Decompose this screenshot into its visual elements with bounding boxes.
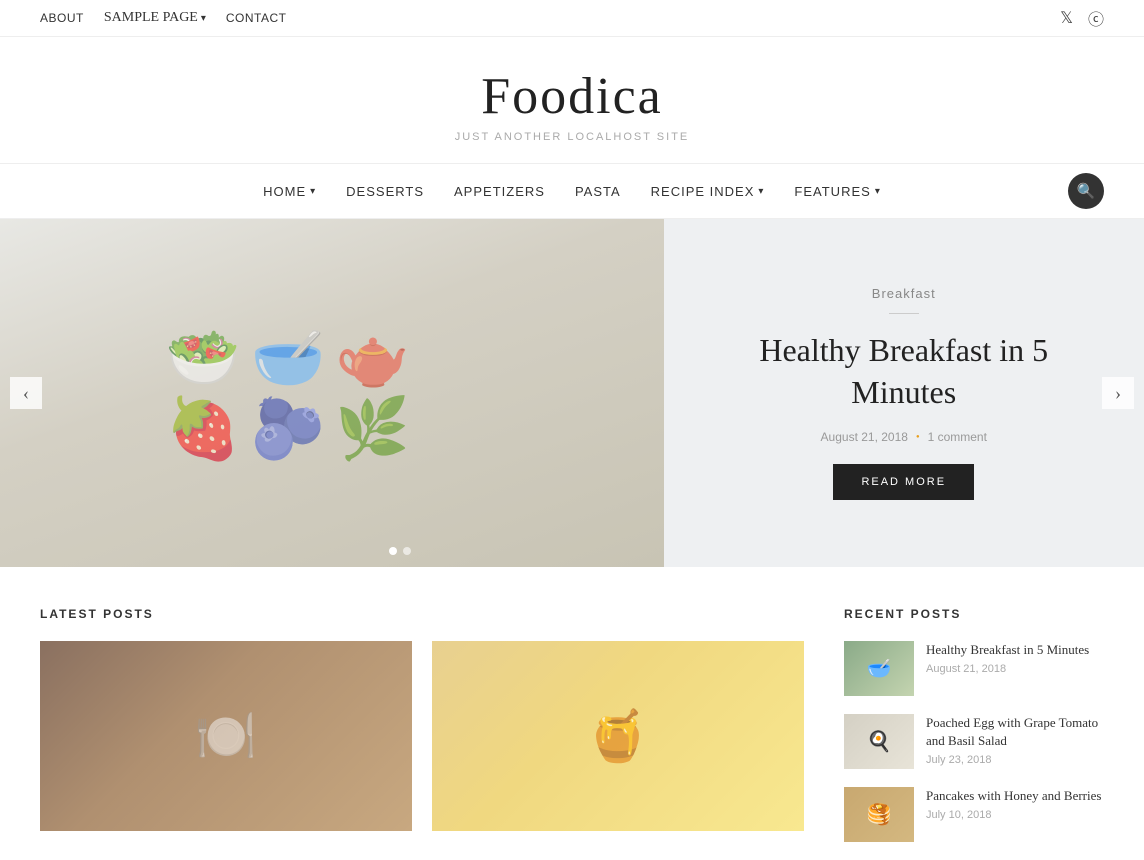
main-nav: HOME ▾ DESSERTS APPETIZERS PASTA RECIPE … <box>0 164 1144 219</box>
nav-pasta[interactable]: PASTA <box>575 184 621 199</box>
nav-features[interactable]: FEATURES ▾ <box>794 184 880 199</box>
recent-posts-title: RECENT POSTS <box>844 607 1104 621</box>
posts-grid: 🍽️ 🍯 <box>40 641 804 831</box>
hero-divider <box>889 313 919 314</box>
chevron-down-icon: ▾ <box>201 13 206 24</box>
slider-next-button[interactable]: › <box>1102 377 1134 409</box>
nav-features-label: FEATURES <box>794 184 870 199</box>
nav-contact[interactable]: CONTACT <box>226 11 287 25</box>
content-area: LATEST POSTS 🍽️ 🍯 RECENT POSTS 🥣 Healthy… <box>0 567 1144 860</box>
recent-post-title-1: Healthy Breakfast in 5 Minutes <box>926 641 1104 659</box>
recipe-chevron-icon: ▾ <box>758 186 764 197</box>
hero-meta: August 21, 2018 ● 1 comment <box>821 430 987 444</box>
hero-image <box>0 219 664 567</box>
recent-post-item-2[interactable]: 🍳 Poached Egg with Grape Tomato and Basi… <box>844 714 1104 769</box>
nav-sample-page[interactable]: SAMPLE PAGE ▾ <box>104 10 206 26</box>
recent-post-title-2: Poached Egg with Grape Tomato and Basil … <box>926 714 1104 750</box>
nav-about[interactable]: ABOUT <box>40 11 84 25</box>
search-button[interactable]: 🔍 <box>1068 173 1104 209</box>
top-nav: ABOUT SAMPLE PAGE ▾ CONTACT <box>40 10 287 26</box>
hero-category: Breakfast <box>872 286 936 301</box>
food-illustration <box>0 219 664 567</box>
recent-post-item-3[interactable]: 🥞 Pancakes with Honey and Berries July 1… <box>844 787 1104 842</box>
hero-content: Breakfast Healthy Breakfast in 5 Minutes… <box>664 219 1144 567</box>
nav-home[interactable]: HOME ▾ <box>263 184 316 199</box>
slider-dot-2[interactable] <box>403 547 411 555</box>
facebook-icon[interactable]:  <box>1033 9 1045 27</box>
site-header: Foodica JUST ANOTHER LOCALHOST SITE <box>0 37 1144 164</box>
post-image-1: 🍽️ <box>40 641 412 831</box>
nav-recipe-index-label: RECIPE INDEX <box>651 184 755 199</box>
post-image-2: 🍯 <box>432 641 804 831</box>
latest-posts-title: LATEST POSTS <box>40 607 804 621</box>
recent-post-thumb-3: 🥞 <box>844 787 914 842</box>
search-icon: 🔍 <box>1077 182 1096 201</box>
home-chevron-icon: ▾ <box>310 186 316 197</box>
slider-prev-button[interactable]: ‹ <box>10 377 42 409</box>
post-card-2[interactable]: 🍯 <box>432 641 804 831</box>
slider-dots <box>389 547 411 555</box>
recent-post-date-1: August 21, 2018 <box>926 663 1104 675</box>
latest-posts-section: LATEST POSTS 🍽️ 🍯 <box>40 607 804 860</box>
hero-slider: ‹ Breakfast Healthy Breakfast in 5 Minut… <box>0 219 1144 567</box>
slider-dot-1[interactable] <box>389 547 397 555</box>
recent-post-info-3: Pancakes with Honey and Berries July 10,… <box>926 787 1104 821</box>
social-icons:  𝕏 ⓒ <box>1033 6 1104 30</box>
nav-desserts[interactable]: DESSERTS <box>346 184 424 199</box>
hero-comments: 1 comment <box>928 430 987 444</box>
recent-post-info-1: Healthy Breakfast in 5 Minutes August 21… <box>926 641 1104 675</box>
recent-post-date-3: July 10, 2018 <box>926 809 1104 821</box>
nav-recipe-index[interactable]: RECIPE INDEX ▾ <box>651 184 765 199</box>
hero-title: Healthy Breakfast in 5 Minutes <box>704 330 1104 413</box>
site-title[interactable]: Foodica <box>0 67 1144 126</box>
recent-posts-section: RECENT POSTS 🥣 Healthy Breakfast in 5 Mi… <box>844 607 1104 860</box>
site-tagline: JUST ANOTHER LOCALHOST SITE <box>0 131 1144 143</box>
nav-appetizers[interactable]: APPETIZERS <box>454 184 545 199</box>
top-bar: ABOUT SAMPLE PAGE ▾ CONTACT  𝕏 ⓒ <box>0 0 1144 37</box>
nav-sample-page-label: SAMPLE PAGE <box>104 10 198 26</box>
read-more-button[interactable]: READ MORE <box>833 464 974 500</box>
recent-post-item-1[interactable]: 🥣 Healthy Breakfast in 5 Minutes August … <box>844 641 1104 696</box>
twitter-icon[interactable]: 𝕏 <box>1060 8 1073 28</box>
instagram-icon[interactable]: ⓒ <box>1088 6 1104 30</box>
recent-post-info-2: Poached Egg with Grape Tomato and Basil … <box>926 714 1104 766</box>
nav-home-label: HOME <box>263 184 306 199</box>
post-card-1[interactable]: 🍽️ <box>40 641 412 831</box>
recent-post-date-2: July 23, 2018 <box>926 754 1104 766</box>
recent-post-title-3: Pancakes with Honey and Berries <box>926 787 1104 805</box>
features-chevron-icon: ▾ <box>875 186 881 197</box>
hero-date: August 21, 2018 <box>821 430 908 444</box>
recent-post-thumb-1: 🥣 <box>844 641 914 696</box>
main-nav-items: HOME ▾ DESSERTS APPETIZERS PASTA RECIPE … <box>263 184 881 199</box>
meta-dot: ● <box>916 434 920 440</box>
recent-post-thumb-2: 🍳 <box>844 714 914 769</box>
